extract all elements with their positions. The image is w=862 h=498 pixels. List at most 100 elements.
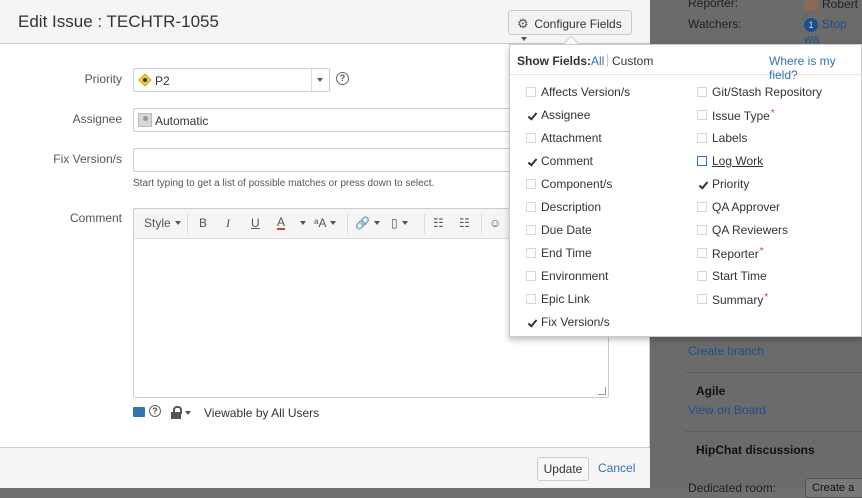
checkbox[interactable] — [697, 110, 707, 120]
field-option-end-time[interactable]: End Time — [526, 245, 696, 263]
field-option-label: Component/s — [541, 177, 613, 191]
checkbox[interactable] — [526, 294, 536, 304]
show-custom-link[interactable]: Custom — [612, 54, 653, 68]
checkbox[interactable] — [526, 271, 536, 281]
checkbox[interactable] — [526, 156, 536, 166]
priority-dropdown-toggle[interactable] — [311, 69, 329, 91]
checkbox[interactable] — [526, 225, 536, 235]
field-option-start-time[interactable]: Start Time — [697, 268, 862, 286]
help-icon[interactable]: ? — [336, 72, 349, 85]
field-option-qa-approver[interactable]: QA Approver — [697, 199, 862, 217]
text-color-button[interactable]: A — [277, 216, 286, 230]
toolbar-divider — [424, 214, 425, 234]
agile-heading: Agile — [696, 384, 726, 398]
priority-value: P2 — [155, 74, 170, 88]
chevron-down-icon[interactable] — [185, 411, 191, 415]
checkbox[interactable] — [526, 248, 536, 258]
reporter-label: Reporter: — [688, 0, 739, 10]
field-option-environment[interactable]: Environment — [526, 268, 696, 286]
assignee-select[interactable]: Automatic — [133, 108, 523, 132]
checkbox[interactable] — [697, 294, 707, 304]
emoji-button[interactable]: ☺ — [489, 216, 501, 230]
field-option-label: Description — [541, 200, 602, 214]
field-option-label: QA Reviewers — [712, 223, 789, 237]
field-option-description[interactable]: Description — [526, 199, 696, 217]
create-room-button[interactable]: Create a — [805, 478, 862, 498]
field-option-label: Attachment — [541, 131, 602, 145]
link-button[interactable]: 🔗 — [355, 216, 380, 230]
cancel-link[interactable]: Cancel — [598, 461, 635, 475]
field-option-label: Epic Link — [541, 292, 590, 306]
text-color-dropdown[interactable] — [296, 216, 306, 230]
dedicated-room-label: Dedicated room: — [688, 481, 777, 495]
chevron-down-icon — [174, 221, 181, 225]
field-option-git-stash-repository[interactable]: Git/Stash Repository — [697, 84, 862, 102]
field-option-assignee[interactable]: Assignee — [526, 107, 696, 125]
configure-fields-label: Configure Fields — [534, 17, 622, 31]
numbered-list-icon: ☷ — [459, 216, 470, 230]
resize-handle[interactable] — [598, 387, 606, 395]
watchers-control[interactable]: 1 Stop wa — [804, 17, 862, 46]
field-option-label: Start Time — [712, 269, 767, 283]
field-option-issue-type[interactable]: Issue Type* — [697, 107, 862, 125]
checkbox[interactable] — [697, 156, 707, 166]
numbered-list-button[interactable]: ☷ — [459, 216, 470, 230]
checkbox[interactable] — [697, 225, 707, 235]
toolbar-divider — [347, 214, 348, 234]
help-icon[interactable]: ? — [149, 405, 161, 417]
field-option-summary[interactable]: Summary* — [697, 291, 862, 309]
field-option-log-work[interactable]: Log Work — [697, 153, 862, 171]
field-option-epic-link[interactable]: Epic Link — [526, 291, 696, 309]
show-all-link[interactable]: All — [591, 54, 604, 68]
checkbox[interactable] — [697, 248, 707, 258]
field-option-comment[interactable]: Comment — [526, 153, 696, 171]
view-on-board-link[interactable]: View on Board — [688, 403, 766, 417]
checkbox[interactable] — [526, 179, 536, 189]
fix-version-input[interactable] — [133, 148, 523, 172]
priority-dot — [143, 78, 147, 82]
checkbox[interactable] — [526, 317, 536, 327]
text-size-button[interactable]: ᵃA — [314, 216, 337, 230]
field-option-due-date[interactable]: Due Date — [526, 222, 696, 240]
checkbox[interactable] — [697, 202, 707, 212]
update-button[interactable]: Update — [537, 457, 589, 481]
where-is-my-field-link[interactable]: Where is my field? — [769, 54, 861, 82]
checkbox[interactable] — [526, 110, 536, 120]
field-option-label: End Time — [541, 246, 592, 260]
checkbox[interactable] — [697, 133, 707, 143]
field-option-fix-version-s[interactable]: Fix Version/s — [526, 314, 696, 332]
field-option-component-s[interactable]: Component/s — [526, 176, 696, 194]
folder-icon[interactable] — [133, 407, 145, 417]
chevron-down-icon — [330, 221, 337, 225]
field-option-qa-reviewers[interactable]: QA Reviewers — [697, 222, 862, 240]
popup-header: Show Fields: All Custom Where is my fiel… — [510, 45, 861, 82]
checkbox[interactable] — [526, 133, 536, 143]
underline-button[interactable]: U — [251, 216, 260, 230]
create-branch-link[interactable]: Create branch — [688, 344, 764, 358]
checkbox[interactable] — [697, 179, 707, 189]
checkbox[interactable] — [526, 202, 536, 212]
configure-fields-button[interactable]: ⚙ Configure Fields — [508, 10, 632, 41]
chevron-down-icon — [317, 78, 323, 82]
field-option-labels[interactable]: Labels — [697, 130, 862, 148]
field-option-attachment[interactable]: Attachment — [526, 130, 696, 148]
bullet-list-button[interactable]: ☷ — [433, 216, 444, 230]
field-option-label: Log Work — [712, 154, 764, 168]
field-option-priority[interactable]: Priority — [697, 176, 862, 194]
show-fields-label: Show Fields: — [517, 54, 592, 68]
attach-button[interactable]: ▯ — [391, 216, 408, 230]
italic-button[interactable]: I — [226, 216, 230, 231]
checkbox[interactable] — [526, 87, 536, 97]
watchers-count-badge: 1 — [804, 18, 818, 32]
checkbox[interactable] — [697, 87, 707, 97]
bold-button[interactable]: B — [199, 216, 207, 230]
checkbox[interactable] — [697, 271, 707, 281]
style-dropdown[interactable]: Style — [144, 216, 181, 230]
field-option-affects-version-s[interactable]: Affects Version/s — [526, 84, 696, 102]
field-option-reporter[interactable]: Reporter* — [697, 245, 862, 263]
assignee-value: Automatic — [155, 114, 209, 128]
priority-select[interactable]: P2 — [133, 68, 330, 92]
reporter-value[interactable]: Robert — [804, 0, 858, 11]
dialog-footer: Update Cancel — [0, 447, 650, 488]
required-mark: * — [759, 246, 764, 257]
